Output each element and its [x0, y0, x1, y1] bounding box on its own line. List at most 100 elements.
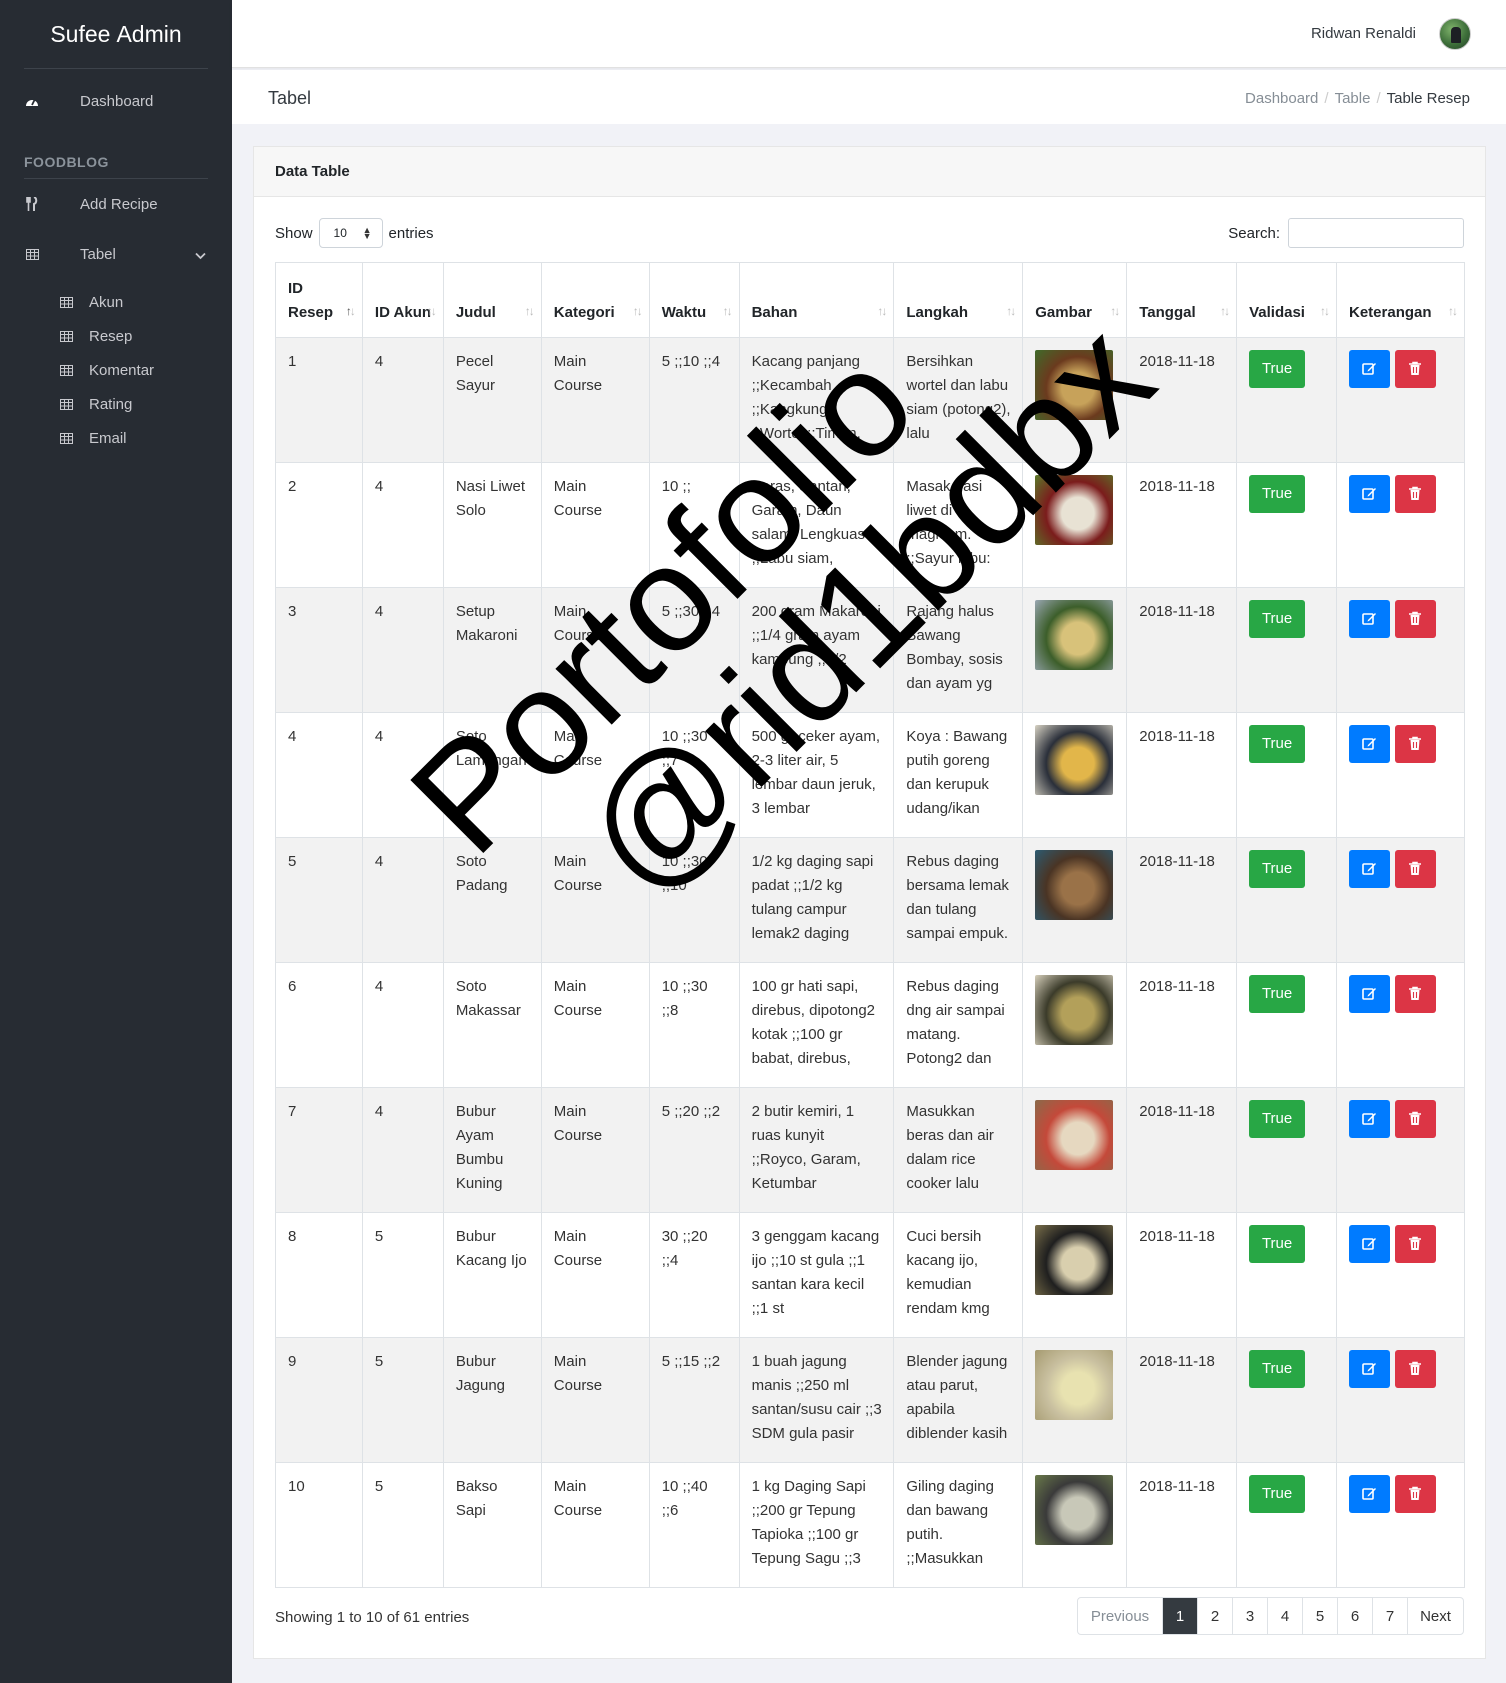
table-controls: Show 10 ▲ ▼ entries Search:: [275, 217, 1464, 249]
edit-button[interactable]: [1349, 475, 1390, 513]
cell-tanggal: 2018-11-18: [1126, 962, 1238, 1088]
cell-judul: Soto Lamongan: [442, 712, 542, 838]
cell-judul: Bubur Ayam Bumbu Kuning: [442, 1087, 542, 1213]
header-kategori[interactable]: Kategori ↑↓: [540, 262, 650, 338]
header-label: Tanggal: [1139, 304, 1196, 321]
sidebar-subitem-rating[interactable]: Rating: [0, 387, 232, 421]
pagination-page-1[interactable]: 1: [1162, 1598, 1197, 1634]
pagination-next[interactable]: Next: [1407, 1598, 1463, 1634]
sidebar-subitem-komentar[interactable]: Komentar: [0, 353, 232, 387]
cell-bahan: 3 genggam kacang ijo ;;10 st gula ;;1 sa…: [738, 1212, 895, 1338]
cell-tanggal: 2018-11-18: [1126, 1087, 1238, 1213]
table-row: 10 5 Bakso Sapi Main Course 10 ;;40 ;;6 1 kg …: [275, 1462, 1465, 1588]
header-keterangan[interactable]: Keterangan ↑↓: [1336, 262, 1465, 338]
chevron-down-icon: [195, 247, 206, 264]
cell-akun: 4: [361, 1087, 444, 1213]
breadcrumb-bar: Tabel Dashboard / Table / Table Resep: [232, 70, 1506, 124]
pagination-previous[interactable]: Previous: [1078, 1598, 1162, 1634]
header-judul[interactable]: Judul ↑↓: [442, 262, 542, 338]
cell-judul: Soto Makassar: [442, 962, 542, 1088]
delete-button[interactable]: [1395, 1350, 1436, 1388]
delete-button[interactable]: [1395, 600, 1436, 638]
validasi-true-button[interactable]: True: [1249, 725, 1306, 763]
breadcrumb-dashboard[interactable]: Dashboard: [1245, 90, 1318, 107]
pagination-page-5[interactable]: 5: [1302, 1598, 1337, 1634]
pagination-page-6[interactable]: 6: [1337, 1598, 1372, 1634]
brand-logo[interactable]: Sufee Admin: [0, 0, 232, 68]
header-bahan[interactable]: Bahan ↑↓: [738, 262, 895, 338]
cell-waktu: 30 ;;20 ;;4: [648, 1212, 740, 1338]
sidebar-subitem-resep[interactable]: Resep: [0, 319, 232, 353]
validasi-true-button[interactable]: True: [1249, 600, 1306, 638]
breadcrumb-table[interactable]: Table: [1335, 90, 1371, 107]
edit-button[interactable]: [1349, 725, 1390, 763]
sidebar-item-tabel[interactable]: Tabel: [0, 229, 232, 279]
header-validasi[interactable]: Validasi ↑↓: [1236, 262, 1337, 338]
trash-icon: [1409, 736, 1421, 750]
header-label: Keterangan: [1349, 304, 1432, 321]
delete-button[interactable]: [1395, 725, 1436, 763]
pagination-page-4[interactable]: 4: [1267, 1598, 1302, 1634]
edit-button[interactable]: [1349, 1100, 1390, 1138]
cell-bahan: 500 gr ceker ayam, 2-3 liter air, 5 lemb…: [738, 712, 895, 838]
header-tanggal[interactable]: Tanggal ↑↓: [1126, 262, 1238, 338]
cell-keterangan: [1336, 462, 1465, 588]
edit-button[interactable]: [1349, 1350, 1390, 1388]
edit-button[interactable]: [1349, 850, 1390, 888]
validasi-true-button[interactable]: True: [1249, 1350, 1306, 1388]
delete-button[interactable]: [1395, 1225, 1436, 1263]
validasi-true-button[interactable]: True: [1249, 1225, 1306, 1263]
sort-icon: ↑↓: [1448, 304, 1458, 318]
entries-select[interactable]: 10 ▲ ▼: [318, 218, 383, 248]
validasi-true-button[interactable]: True: [1249, 475, 1306, 513]
cell-id: 4: [275, 712, 363, 838]
header-id-resep[interactable]: ID Resep ↑↓: [275, 262, 363, 338]
edit-button[interactable]: [1349, 1475, 1390, 1513]
pagination-page-2[interactable]: 2: [1197, 1598, 1232, 1634]
header-gambar[interactable]: Gambar ↑↓: [1022, 262, 1128, 338]
pagination-page-7[interactable]: 7: [1372, 1598, 1407, 1634]
pagination-page-3[interactable]: 3: [1232, 1598, 1267, 1634]
sidebar-subitem-email[interactable]: Email: [0, 421, 232, 455]
delete-button[interactable]: [1395, 975, 1436, 1013]
sidebar-item-dashboard[interactable]: Dashboard: [0, 76, 232, 126]
edit-icon: [1362, 1363, 1376, 1375]
edit-button[interactable]: [1349, 600, 1390, 638]
avatar[interactable]: [1439, 18, 1471, 50]
header-waktu[interactable]: Waktu ↑↓: [648, 262, 740, 338]
sidebar-subitem-label: Email: [89, 429, 127, 447]
sidebar-subitem-label: Komentar: [89, 361, 155, 379]
delete-button[interactable]: [1395, 350, 1436, 388]
cell-langkah: Koya : Bawang putih goreng dan kerupuk u…: [893, 712, 1024, 838]
delete-button[interactable]: [1395, 850, 1436, 888]
cell-akun: 4: [361, 837, 444, 963]
validasi-true-button[interactable]: True: [1249, 975, 1306, 1013]
validasi-true-button[interactable]: True: [1249, 350, 1306, 388]
cell-akun: 5: [361, 1337, 444, 1463]
validasi-true-button[interactable]: True: [1249, 1100, 1306, 1138]
recipe-thumbnail: [1035, 1475, 1114, 1545]
edit-button[interactable]: [1349, 1225, 1390, 1263]
delete-button[interactable]: [1395, 1100, 1436, 1138]
edit-button[interactable]: [1349, 975, 1390, 1013]
header-id-akun[interactable]: ID Akun ↑↓: [361, 262, 444, 338]
cell-akun: 4: [361, 337, 444, 463]
sort-icon: ↑↓: [722, 304, 733, 318]
search-input[interactable]: [1288, 218, 1464, 248]
user-name[interactable]: Ridwan Renaldi: [1311, 25, 1416, 42]
cell-tanggal: 2018-11-18: [1126, 337, 1238, 463]
header-langkah[interactable]: Langkah ↑↓: [893, 262, 1024, 338]
sidebar-item-add-recipe[interactable]: Add Recipe: [0, 179, 232, 229]
validasi-true-button[interactable]: True: [1249, 1475, 1306, 1513]
sort-icon: ↑↓: [524, 304, 535, 318]
cell-bahan: Beras, Santan, Garam, Daun salam, Lengku…: [738, 462, 895, 588]
delete-button[interactable]: [1395, 475, 1436, 513]
delete-button[interactable]: [1395, 1475, 1436, 1513]
edit-icon: [1362, 1488, 1376, 1500]
cell-bahan: 1 buah jagung manis ;;250 ml santan/susu…: [738, 1337, 895, 1463]
cell-keterangan: [1336, 1087, 1465, 1213]
cell-kategori: Main Course: [540, 1212, 650, 1338]
sidebar-subitem-akun[interactable]: Akun: [0, 285, 232, 319]
validasi-true-button[interactable]: True: [1249, 850, 1306, 888]
edit-button[interactable]: [1349, 350, 1390, 388]
